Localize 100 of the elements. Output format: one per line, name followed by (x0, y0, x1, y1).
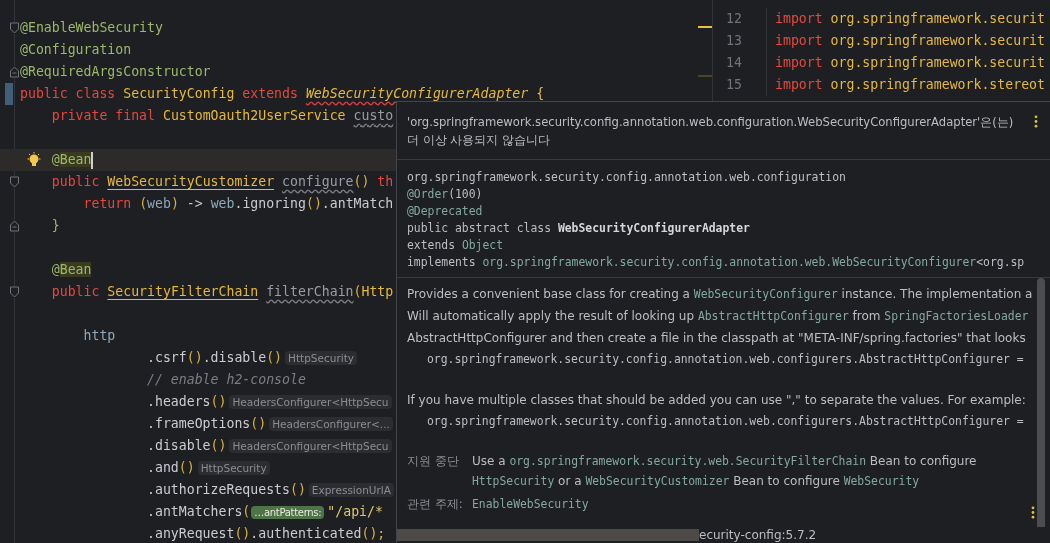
code-text: @ (51, 152, 60, 167)
type-hint: HeadersConfigurer<... (269, 417, 393, 431)
code-text: () (289, 482, 306, 497)
code-text: @Configuration (20, 42, 132, 57)
code-text: org.springframework.securit (829, 11, 1045, 26)
signature-text: extends (407, 238, 456, 252)
fold-icon[interactable] (9, 22, 20, 34)
code-text: CustomOauth2UserService (162, 108, 347, 123)
signature-text: @Deprecated (407, 204, 483, 218)
doc-text: instance. The implementation a (840, 287, 1033, 301)
doc-text: If you have multiple classes that should be added you can use "," to separate the values. For example: (407, 393, 1026, 407)
code-text: } (51, 218, 60, 233)
code-text: WebSecurityConfigurerAdapter (305, 86, 529, 101)
code-text: -> (186, 196, 204, 211)
code-text: @RequiredArgsConstructor (20, 64, 211, 79)
code-text: () (250, 416, 267, 431)
doc-text: Will automatically apply the result of looking up (407, 309, 696, 323)
fold-icon[interactable] (9, 66, 20, 78)
code-text: return (83, 196, 132, 211)
doc-text: Use a (472, 454, 507, 468)
code-text: .and (147, 460, 179, 475)
doc-text: WebSecurityConfigurer (693, 287, 838, 301)
code-comment: // enable h2-console (147, 372, 306, 387)
code-text: { (536, 86, 545, 101)
code-text: filterChain (266, 284, 354, 299)
code-text: org.springframework.securit (829, 55, 1045, 70)
code-text: ( (242, 504, 251, 519)
type-hint: ExpressionUrlA (308, 483, 394, 497)
doc-text: HttpSecurity (472, 474, 555, 488)
signature-text: WebSecurityConfigurerAdapter (557, 221, 750, 235)
code-text: SecurityFilterChain (107, 284, 259, 299)
signature-text: org.springframework.security.config.annotation.web.configuration (407, 170, 846, 184)
section-label: 관련 주제: (407, 496, 464, 513)
code-text: .authenticated (250, 526, 362, 541)
type-hint: HttpSecurity (197, 461, 270, 475)
code-text: Http (361, 284, 394, 299)
code-text: public (51, 284, 100, 299)
code-text: () (210, 438, 227, 453)
code-sample: org.springframework.security.config.annotation.web.configurers.AbstractHttpConfigurer = (427, 414, 1024, 428)
code-text: ) (170, 196, 179, 211)
fold-icon[interactable] (9, 220, 20, 232)
signature-text: public abstract class (407, 221, 552, 235)
code-text: ( (139, 196, 148, 211)
code-text: ( (353, 284, 362, 299)
deprecation-message: 'org.springframework.security.config.annotation.web.configuration.WebSecurityConfigurerAdapter'은(는) 더 이상 사용되지 않습니다 (407, 114, 1015, 149)
code-text: Bean (59, 152, 92, 167)
scrollbar-thumb[interactable] (1037, 278, 1045, 527)
code-text: () (178, 460, 195, 475)
scrollbar-thumb[interactable] (397, 529, 699, 541)
signature-text: implements (407, 255, 477, 269)
doc-text: or a (557, 474, 583, 488)
line-number: 15 (713, 74, 767, 96)
code-text: extends (242, 86, 298, 101)
doc-text: AbstractHttpConfigurer (697, 309, 849, 323)
code-text: () (353, 174, 370, 189)
code-text: () (266, 350, 283, 365)
code-text: org.springframework.stereot (829, 77, 1045, 92)
signature-text: @Order (407, 187, 449, 201)
more-options-button[interactable] (1034, 115, 1038, 128)
doc-text: Bean to configure (868, 454, 977, 468)
code-text: .antMatch (321, 196, 394, 211)
code-text: () (234, 526, 251, 541)
code-text: Bean (59, 262, 92, 277)
code-text: web (210, 196, 235, 211)
code-text: () (305, 196, 322, 211)
signature-text: org.springframework.security.config.annotation.web.WebSecurityConfigurer (482, 255, 977, 269)
code-text: import (775, 77, 823, 92)
code-text: @EnableWebSecurity (20, 20, 163, 35)
code-text: WebSecurityCustomizer (107, 174, 275, 189)
code-text: .anyRequest (147, 526, 235, 541)
code-text: @ (51, 262, 60, 277)
code-text: () (186, 350, 203, 365)
code-sample: org.springframework.security.config.annotation.web.configurers.AbstractHttpConfigurer = (427, 352, 1024, 366)
code-text: th (377, 174, 394, 189)
doc-text: Bean to configure (732, 474, 841, 488)
code-text: import (775, 11, 823, 26)
code-text: class (75, 86, 116, 101)
code-text: "/api/* (327, 504, 383, 519)
code-text: .authorizeRequests (147, 482, 290, 497)
line-number: 12 (713, 8, 767, 30)
code-text: SecurityConfig (123, 86, 235, 101)
doc-text: AbstractHttpConfigurer and then create a file in the classpath at "META-INF/spring.factories" that looks (407, 331, 1026, 345)
line-number: 13 (713, 30, 767, 52)
code-text: (); (361, 526, 386, 541)
doc-text: WebSecurity (843, 474, 920, 488)
fold-icon[interactable] (9, 176, 20, 188)
line-number: 14 (713, 52, 767, 74)
code-text: .antMatchers (147, 504, 243, 519)
code-text: org.springframework.securit (829, 33, 1045, 48)
code-text: .headers (147, 394, 211, 409)
doc-text: org.springframework.security.web.SecurityFilterChain (509, 454, 866, 468)
code-text: web (147, 196, 171, 211)
code-text: .ignoring (234, 196, 306, 211)
code-text: custo (353, 108, 394, 123)
type-hint: HeadersConfigurer<HttpSecu (229, 439, 392, 453)
doc-text: Provides a convenient base class for creating a (407, 287, 691, 301)
more-options-button[interactable] (1031, 506, 1035, 519)
fold-icon[interactable] (9, 286, 20, 298)
lightbulb-icon[interactable] (26, 152, 42, 168)
type-hint: HeadersConfigurer<HttpSecu (229, 395, 392, 409)
